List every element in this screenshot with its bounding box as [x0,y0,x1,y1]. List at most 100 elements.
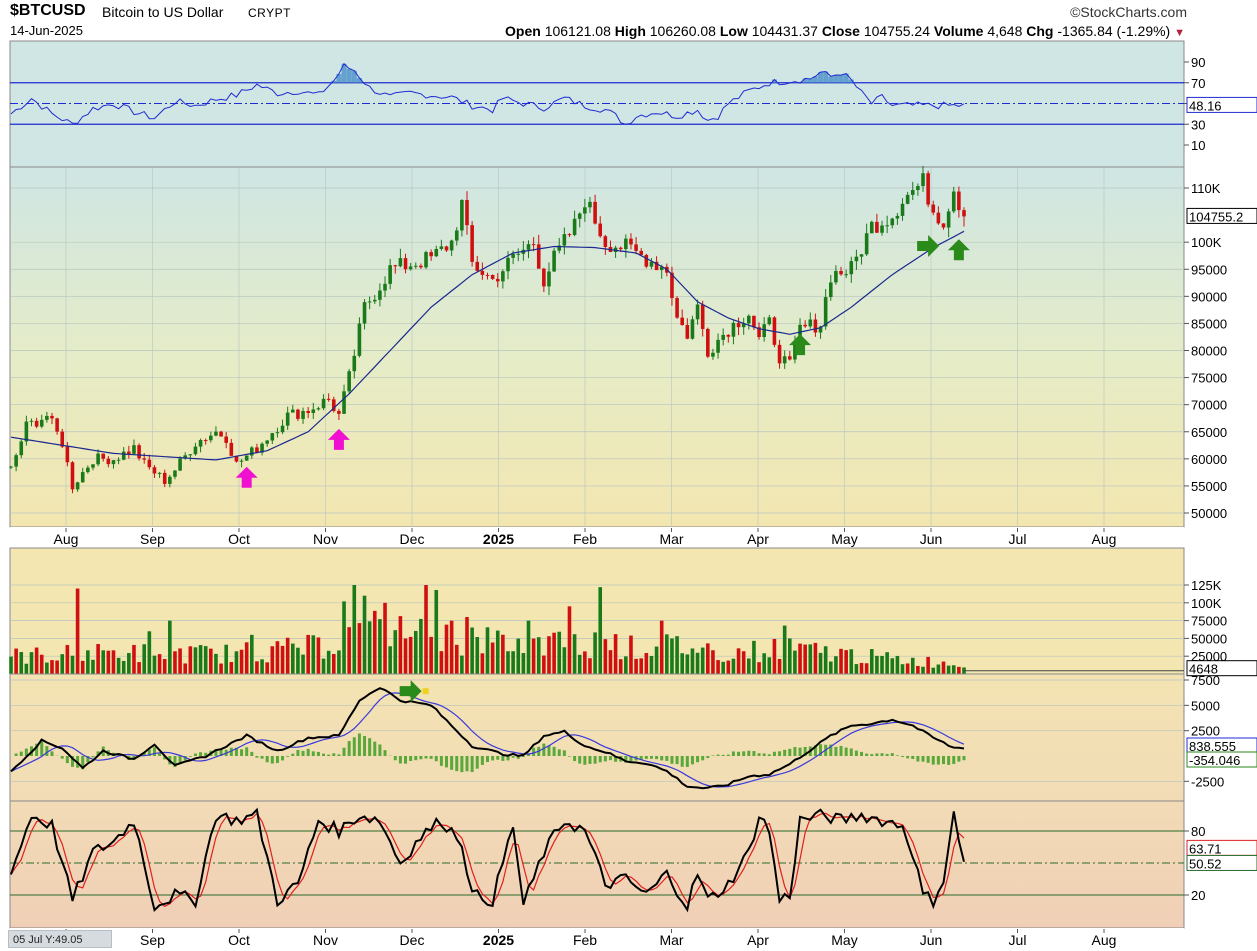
candle-body [372,299,377,302]
volume-bar [142,644,147,674]
volume-bar [690,648,695,674]
volume-bar [721,661,725,674]
candle-body [127,451,131,454]
volume-bar [685,654,690,674]
macd-histogram-bar [583,756,587,765]
candle-body [337,410,341,414]
price-y-tick-label: 80000 [1191,344,1227,359]
volume-bar [787,638,792,674]
volume-bar [337,650,341,674]
price-background [9,166,1185,528]
macd-histogram-bar [680,756,684,767]
volume-bar [885,652,889,674]
volume-bar [111,650,116,674]
macd-histogram-bar [865,753,869,756]
candle-body [890,218,895,226]
volume-bar [270,646,275,674]
volume-bar [695,652,700,674]
candle-body [470,225,474,262]
brand[interactable]: ©StockCharts.com [1070,4,1187,20]
volume-bar [106,650,111,674]
volume-bar [34,647,39,674]
candle-body [285,412,290,426]
macd-histogram-bar [429,756,433,759]
macd-histogram-bar [383,750,387,756]
macd-panel[interactable]: 750050002500-2500838.555-354.046 [9,673,1257,802]
volume-bar [849,649,854,674]
candle-body [219,431,223,437]
volume-bar [895,655,900,674]
macd-histogram-bar [598,756,602,763]
candle-body [106,458,111,465]
candle-body [342,391,346,414]
volume-bar [14,648,18,674]
candle-body [449,240,454,251]
price-y-tick-label: 60000 [1191,452,1227,467]
candle-body [731,322,736,337]
low-value: 104431.37 [751,23,818,39]
volume-bar [244,642,249,674]
macd-histogram-bar [275,756,279,763]
volume-y-tick-label: 75000 [1191,614,1227,629]
volume-bar [70,655,75,674]
candle-body [685,325,690,339]
volume-bar [80,660,85,674]
volume-bar [665,634,669,674]
volume-bar [424,585,428,674]
candle-body [567,234,572,236]
candle-body [485,274,490,276]
rsi-panel[interactable]: 907050301048.16 [9,40,1257,168]
macd-histogram-bar [316,751,320,756]
volume-bar [588,658,592,674]
candle-body [711,352,715,357]
volume-bar [50,660,54,674]
macd-histogram-bar [788,748,792,756]
macd-y-tick-label: 2500 [1191,724,1220,739]
volume-panel[interactable]: 125K100K7500050000250004648 [9,547,1257,677]
candle-body [516,253,521,255]
macd-signal-value-label: -354.046 [1189,753,1240,768]
volume-bar [675,636,679,674]
candle-body [736,322,741,328]
volume-bar [183,663,188,674]
macd-histogram-bar [301,750,305,756]
volume-bar [413,630,418,674]
stochastic-background [9,800,1185,929]
macd-histogram-bar [901,756,905,757]
volume-bar [951,665,956,674]
candle-body [188,454,193,456]
candle-body [900,203,905,216]
volume-bar [905,663,910,674]
macd-histogram-bar [670,756,674,764]
candle-body [624,238,628,250]
volume-y-tick-label: 100K [1191,596,1222,611]
volume-bar [470,627,474,674]
volume-bar [762,653,766,674]
macd-histogram-bar [649,756,653,759]
candle-body [111,460,116,465]
candle-body [214,431,218,436]
candle-body [803,324,807,327]
volume-bar [793,650,797,674]
macd-histogram-bar [409,756,413,762]
macd-histogram-bar [844,747,848,756]
volume-bar [60,654,65,674]
stochastic-panel[interactable]: 80 20 63.7150.52 [9,800,1257,929]
volume-bar [198,645,203,674]
candle-body [782,356,787,364]
macd-histogram-bar [532,747,536,756]
candle-body [577,213,582,219]
volume-bar [752,640,756,674]
volume-bar [859,662,864,674]
candle-body [203,440,208,442]
copyright-icon: © [1070,4,1081,20]
volume-bar [29,652,34,674]
macd-histogram-bar [957,756,961,762]
macd-histogram-bar [711,755,715,756]
volume-y-tick-label: 125K [1191,578,1222,593]
price-panel[interactable]: 110K 100K 95000 90000 85000 80000 75000 70000 65… [9,165,1257,528]
stochastic-y-tick-label: 80 [1191,824,1205,839]
volume-bar [408,636,413,674]
macd-histogram-bar [557,749,561,756]
candle-body [265,440,269,444]
